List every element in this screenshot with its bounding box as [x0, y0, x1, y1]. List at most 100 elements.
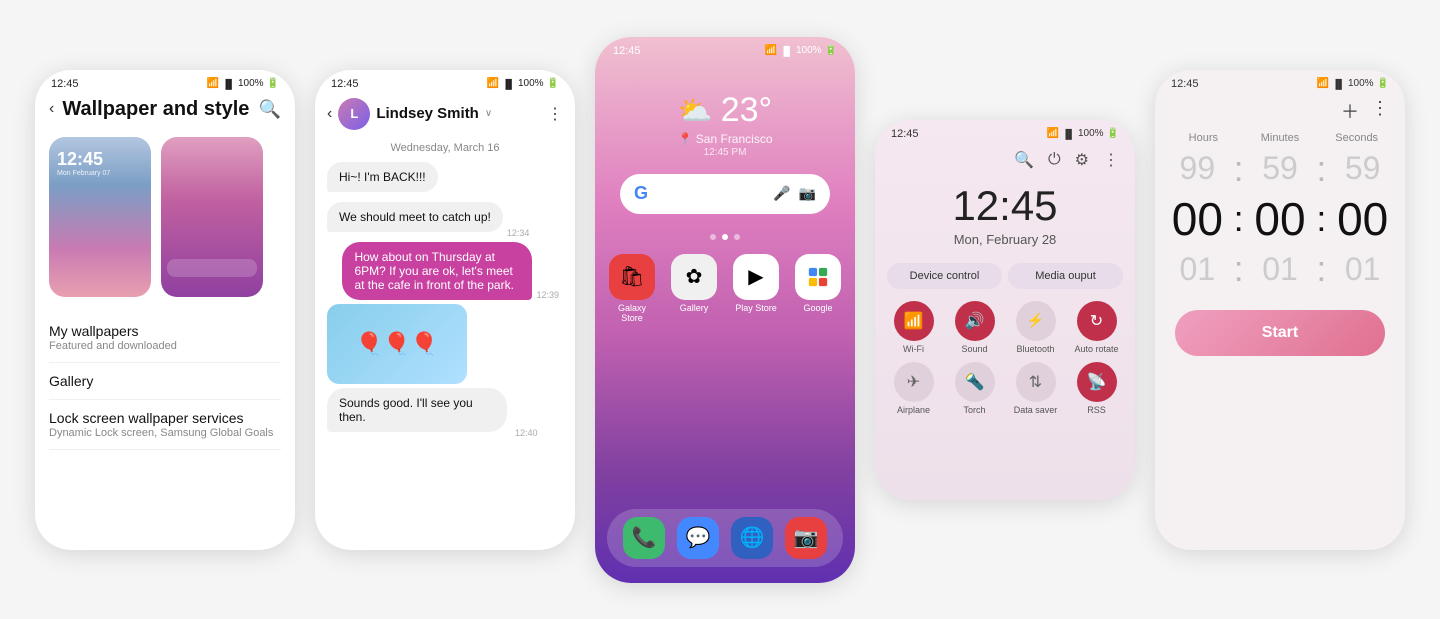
dot-3: [734, 234, 740, 240]
toggle-autorotate: ↻ Auto rotate: [1070, 301, 1123, 354]
status-icons-3: 📶 ▐▌ 100% 🔋: [765, 45, 837, 56]
status-icons-2: 📶 ▐▌ 100% 🔋: [487, 78, 559, 89]
active-seconds: 00: [1328, 194, 1397, 245]
toggle-wifi-btn[interactable]: 📶: [894, 301, 934, 341]
dock-browser[interactable]: 🌐: [731, 517, 773, 559]
status-bar-2: 12:45 📶 ▐▌ 100% 🔋: [315, 70, 575, 94]
tab-media-output[interactable]: Media ouput: [1008, 263, 1123, 289]
menu-label-lockscreen: Lock screen wallpaper services: [49, 410, 281, 426]
add-timer-icon[interactable]: ＋: [1341, 98, 1359, 124]
toggle-bluetooth-btn[interactable]: ⚡: [1016, 301, 1056, 341]
galaxy-store-label: Galaxy Store: [607, 303, 657, 323]
more-timer-icon[interactable]: ⋮: [1371, 98, 1389, 124]
google-label: Google: [803, 303, 832, 313]
more-options-button[interactable]: ⋮: [547, 104, 563, 124]
balloon-emoji: 🎈🎈🎈: [356, 331, 438, 357]
battery-label-5: 100%: [1348, 78, 1374, 89]
message-4: 🎈🎈🎈 Sounds good. I'll see you then. 12:4…: [327, 304, 563, 438]
toggle-wifi-label: Wi-Fi: [903, 344, 924, 354]
battery-icon-1: 🔋: [267, 78, 279, 89]
screen-wallpaper: 12:45 📶 ▐▌ 100% 🔋 ‹ Wallpaper and style …: [35, 70, 295, 550]
messages-icon: 💬: [677, 517, 719, 559]
search-qs-icon[interactable]: 🔍: [1014, 150, 1034, 170]
weather-icon: ⛅: [678, 94, 713, 127]
app-grid: 🛍 Galaxy Store ✿ Gallery ▶ Play Store Go…: [607, 254, 843, 323]
bottom-hours: 01: [1163, 252, 1232, 287]
bottom-minutes: 01: [1246, 252, 1315, 287]
signal-icon: ▐▌: [222, 79, 235, 89]
toggle-autorotate-btn[interactable]: ↻: [1077, 301, 1117, 341]
timer-bottom-row: 01 : 01 : 01: [1155, 248, 1405, 290]
toggle-grid-2: ✈ Airplane 🔦 Torch ⇅ Data saver 📡 RSS: [875, 362, 1135, 423]
power-qs-icon[interactable]: ⏻: [1048, 151, 1061, 169]
battery-label-1: 100%: [238, 78, 264, 89]
app-google[interactable]: Google: [793, 254, 843, 323]
home-screen-preview[interactable]: [161, 137, 263, 297]
toggle-torch-btn[interactable]: 🔦: [955, 362, 995, 402]
search-bar[interactable]: G 🎤 📷: [620, 174, 830, 214]
menu-item-gallery[interactable]: Gallery: [49, 363, 281, 400]
gallery-label: Gallery: [680, 303, 709, 313]
msg-time-2: 12:34: [507, 228, 530, 238]
settings-qs-icon[interactable]: ⚙: [1075, 150, 1089, 170]
qs-icons-row: 🔍 ⏻ ⚙ ⋮: [875, 144, 1135, 174]
wifi-icon: 📶: [207, 78, 219, 89]
menu-item-wallpapers[interactable]: My wallpapers Featured and downloaded: [49, 313, 281, 363]
weather-widget: ⛅ 23° 📍 San Francisco 12:45 PM: [678, 91, 773, 158]
dock-messages[interactable]: 💬: [677, 517, 719, 559]
toggle-rss-label: RSS: [1087, 405, 1106, 415]
browser-icon: 🌐: [731, 517, 773, 559]
screen-home: 12:45 📶 ▐▌ 100% 🔋 ⛅ 23° 📍 San Francisco …: [595, 37, 855, 583]
google-icon: [795, 254, 841, 300]
more-qs-icon[interactable]: ⋮: [1103, 150, 1119, 170]
app-gallery[interactable]: ✿ Gallery: [669, 254, 719, 323]
status-time-5: 12:45: [1171, 78, 1199, 90]
dock-camera[interactable]: 📷: [785, 517, 827, 559]
contact-name: Lindsey Smith: [376, 105, 479, 122]
toggle-airplane-btn[interactable]: ✈: [894, 362, 934, 402]
app-galaxy-store[interactable]: 🛍 Galaxy Store: [607, 254, 657, 323]
messages-back-button[interactable]: ‹: [327, 105, 332, 123]
status-bar-3: 12:45 📶 ▐▌ 100% 🔋: [595, 37, 855, 61]
screen-quick-settings: 12:45 📶 ▐▌ 100% 🔋 🔍 ⏻ ⚙ ⋮ 12:45 Mon, Feb…: [875, 120, 1135, 500]
start-button[interactable]: Start: [1175, 310, 1385, 356]
screen-messages: 12:45 📶 ▐▌ 100% 🔋 ‹ L Lindsey Smith ∨ ⋮ …: [315, 70, 575, 550]
play-store-icon: ▶: [733, 254, 779, 300]
toggle-sound: 🔊 Sound: [948, 301, 1001, 354]
tab-device-control[interactable]: Device control: [887, 263, 1002, 289]
toggle-rss-btn[interactable]: 📡: [1077, 362, 1117, 402]
battery-label-2: 100%: [518, 78, 544, 89]
wifi-icon-3: 📶: [765, 45, 777, 56]
bubble-recv-1: Hi~! I'm BACK!!!: [327, 162, 438, 192]
message-header: ‹ L Lindsey Smith ∨ ⋮: [315, 94, 575, 138]
status-bar-5: 12:45 📶 ▐▌ 100% 🔋: [1155, 70, 1405, 94]
status-icons-1: 📶 ▐▌ 100% 🔋: [207, 78, 279, 89]
msg-time-3: 12:39: [536, 290, 559, 300]
temperature: 23°: [721, 91, 772, 130]
menu-item-lockscreen[interactable]: Lock screen wallpaper services Dynamic L…: [49, 400, 281, 450]
battery-icon-2: 🔋: [547, 78, 559, 89]
status-time-2: 12:45: [331, 78, 359, 90]
toggle-datasaver-btn[interactable]: ⇅: [1016, 362, 1056, 402]
dot-1: [710, 234, 716, 240]
col-seconds: Seconds: [1318, 132, 1395, 144]
app-play-store[interactable]: ▶ Play Store: [731, 254, 781, 323]
timer-active-row: 00 : 00 : 00: [1155, 194, 1405, 245]
back-button[interactable]: ‹: [49, 100, 54, 118]
lock-screen-preview[interactable]: 12:45 Mon February 07: [49, 137, 151, 297]
wifi-icon-4: 📶: [1047, 128, 1059, 139]
last-recv-row: Sounds good. I'll see you then. 12:40: [327, 388, 542, 438]
image-bubble: 🎈🎈🎈: [327, 304, 467, 384]
toggle-datasaver: ⇅ Data saver: [1009, 362, 1062, 415]
voice-search-icon[interactable]: 🎤: [773, 185, 790, 202]
wallpaper-previews: 12:45 Mon February 07: [35, 129, 295, 309]
lens-search-icon[interactable]: 📷: [799, 185, 816, 202]
status-icons-5: 📶 ▐▌ 100% 🔋: [1317, 78, 1389, 90]
battery-icon-3: 🔋: [825, 45, 837, 56]
dock-phone[interactable]: 📞: [623, 517, 665, 559]
toggle-sound-btn[interactable]: 🔊: [955, 301, 995, 341]
toggle-airplane-label: Airplane: [897, 405, 930, 415]
qs-tab-row: Device control Media ouput: [875, 257, 1135, 293]
search-button[interactable]: 🔍: [259, 99, 281, 120]
battery-icon-4: 🔋: [1107, 128, 1119, 139]
